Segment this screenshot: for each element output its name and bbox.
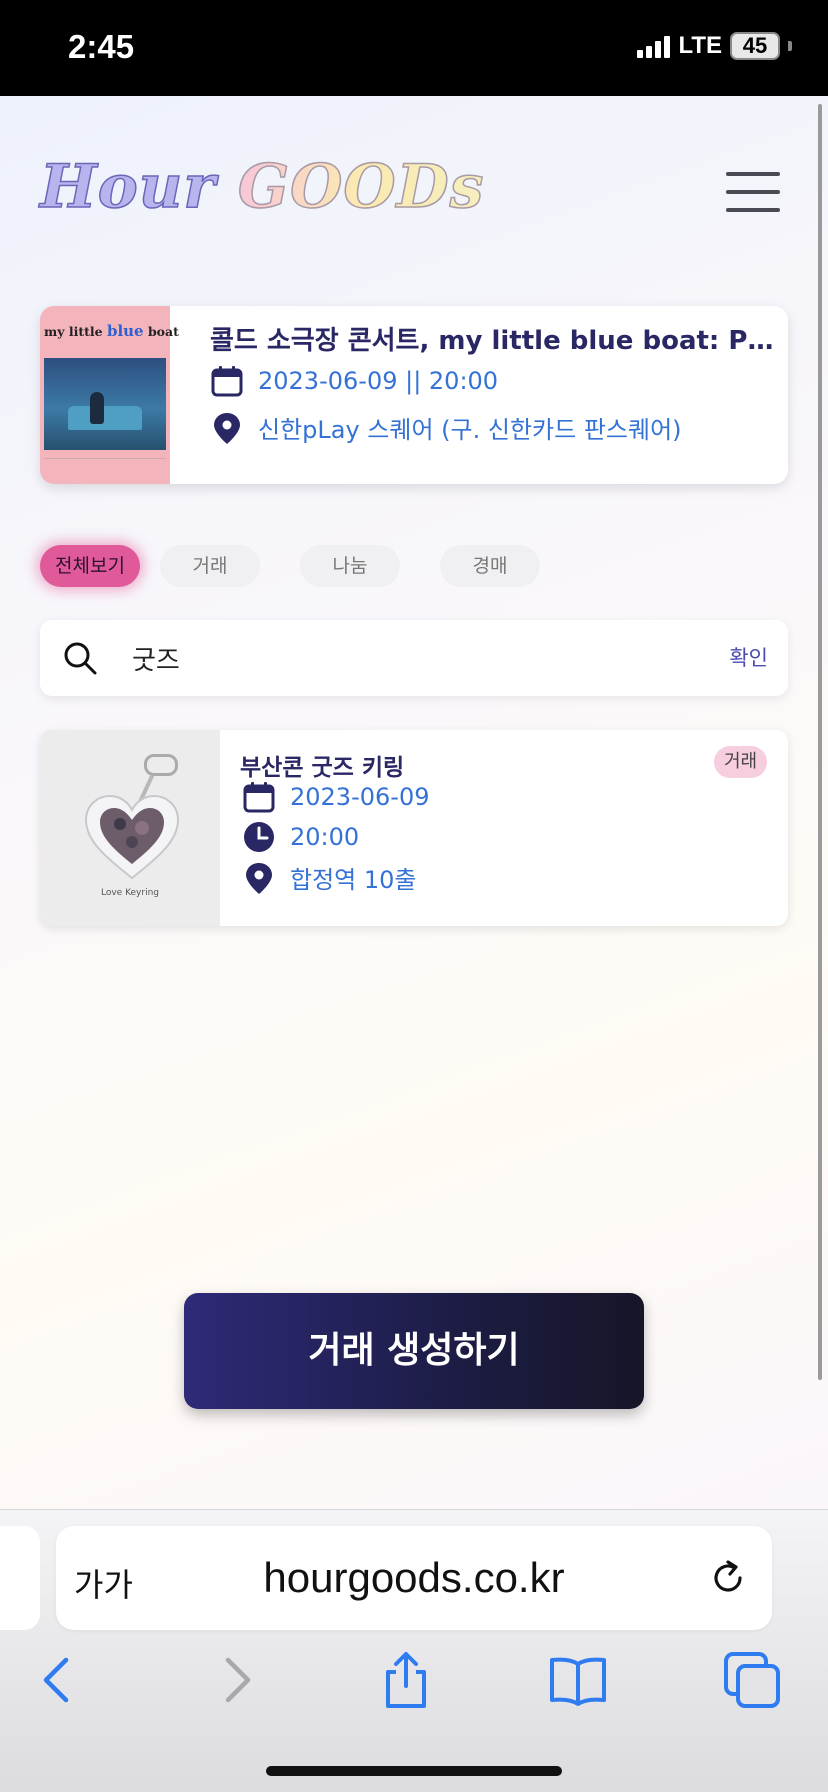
calendar-icon: [211, 366, 243, 397]
result-date: 2023-06-09: [290, 783, 430, 811]
logo-word-goods: GOODs: [237, 151, 485, 223]
poster-footer: [44, 458, 166, 472]
share-icon[interactable]: [376, 1650, 436, 1710]
clock-icon: [244, 822, 274, 852]
network-label: LTE: [678, 32, 722, 59]
battery-tip: [788, 41, 792, 51]
location-pin-icon: [246, 862, 272, 894]
result-place: 합정역 10출: [290, 866, 417, 894]
keyring-label: Love Keyring: [100, 888, 160, 898]
result-title: 부산콘 굿즈 키링: [240, 755, 405, 781]
status-indicators: LTE 45: [637, 32, 792, 60]
location-pin-icon: [214, 412, 240, 444]
concert-date-row: 2023-06-09 || 20:00: [210, 364, 498, 398]
concert-poster-image: my little blue boat: [40, 306, 179, 484]
signal-icon: [637, 34, 671, 58]
poster-artwork: [44, 358, 166, 450]
reload-icon[interactable]: [706, 1556, 750, 1600]
keyring-thumbnail-image: Love Keyring: [40, 730, 220, 926]
browser-toolbar: 가가 hourgoods.co.kr: [0, 1509, 828, 1792]
calendar-icon: [243, 782, 275, 813]
previous-tab-peek[interactable]: [0, 1526, 40, 1630]
result-place-row: 합정역 10출: [242, 860, 417, 895]
search-icon[interactable]: [62, 640, 98, 676]
filter-chip-share[interactable]: 나눔: [300, 545, 400, 587]
address-bar[interactable]: 가가 hourgoods.co.kr: [56, 1526, 772, 1630]
concert-venue: 신한pLay 스퀘어 (구. 신한카드 판스퀘어): [258, 416, 682, 444]
concert-venue-row: 신한pLay 스퀘어 (구. 신한카드 판스퀘어): [210, 410, 682, 445]
goods-result-card[interactable]: Love Keyring 부산콘 굿즈 키링 거래 2023-06-09 20:…: [40, 730, 788, 926]
search-confirm-button[interactable]: 확인: [729, 642, 768, 672]
concert-card[interactable]: my little blue boat 콜드 소극장 콘서트, my littl…: [40, 306, 788, 484]
result-date-row: 2023-06-09: [242, 780, 429, 814]
result-time-row: 20:00: [242, 820, 359, 854]
concert-datetime: 2023-06-09 || 20:00: [258, 367, 499, 395]
web-page: Hour GOODs my little blue boat 콜드 소극장 콘서…: [0, 96, 828, 1509]
scrollbar[interactable]: [818, 104, 822, 1380]
home-indicator: [266, 1766, 562, 1776]
search-input[interactable]: [132, 636, 632, 680]
hamburger-menu-icon[interactable]: [726, 172, 780, 212]
tabs-icon[interactable]: [722, 1650, 782, 1710]
concert-title: 콜드 소극장 콘서트, my little blue boat: Piece 1…: [210, 326, 776, 356]
forward-icon[interactable]: [206, 1650, 266, 1710]
bookmarks-icon[interactable]: [548, 1650, 608, 1710]
filter-chip-auction[interactable]: 경매: [440, 545, 540, 587]
poster-title: my little blue boat: [44, 322, 179, 340]
result-type-badge: 거래: [714, 746, 768, 778]
search-bar: 확인: [40, 620, 788, 696]
logo-word-hour: Hour: [39, 151, 216, 223]
battery-icon: 45: [730, 32, 780, 60]
url-text[interactable]: hourgoods.co.kr: [56, 1554, 772, 1602]
status-bar: 2:45 LTE 45: [0, 0, 828, 96]
create-trade-button[interactable]: 거래 생성하기: [184, 1293, 644, 1409]
result-time: 20:00: [290, 823, 360, 851]
site-logo[interactable]: Hour GOODs: [39, 151, 485, 223]
filter-chip-all[interactable]: 전체보기: [40, 545, 140, 587]
status-time: 2:45: [68, 28, 135, 65]
back-icon[interactable]: [28, 1650, 88, 1710]
filter-chip-trade[interactable]: 거래: [160, 545, 260, 587]
